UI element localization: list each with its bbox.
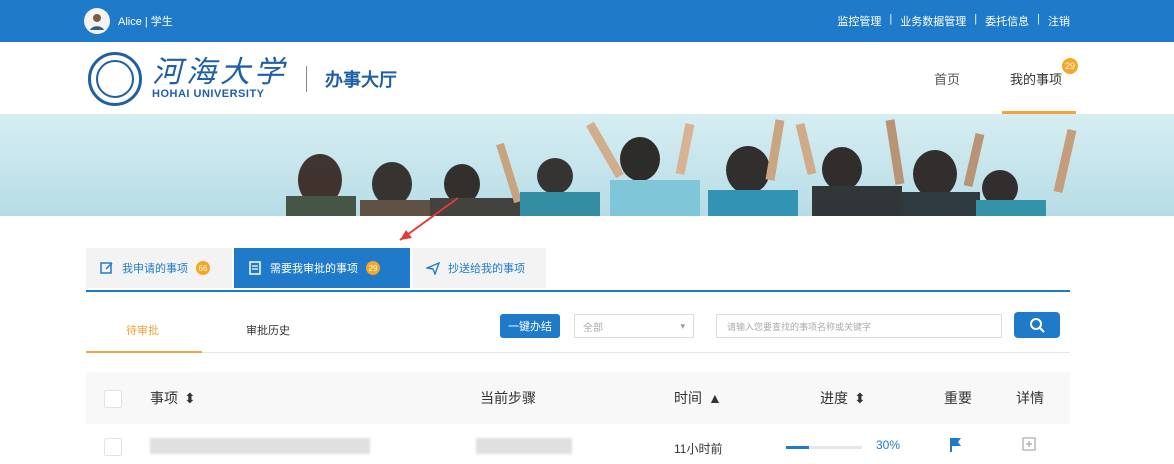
link-business-data[interactable]: 业务数据管理 — [900, 13, 966, 29]
table-row[interactable]: 11小时前 30% — [86, 428, 1070, 464]
top-bar-inner: Alice | 学生 监控管理 | 业务数据管理 | 委托信息 | 注销 — [84, 0, 1070, 42]
status-select[interactable]: 全部 ▾ — [574, 314, 694, 338]
link-logout[interactable]: 注销 — [1048, 13, 1070, 29]
col-important: 重要 — [944, 388, 972, 408]
details-button[interactable] — [1022, 437, 1036, 456]
search-input[interactable]: 请输入您要查找的事项名称或关键字 — [716, 314, 1002, 338]
document-icon — [249, 261, 261, 275]
col-current-step-label: 当前步骤 — [480, 390, 536, 406]
one-click-complete-button[interactable]: 一键办结 — [500, 314, 560, 338]
item-name-redacted — [150, 438, 370, 454]
progress-percent: 30% — [876, 438, 901, 452]
avatar-icon — [86, 10, 108, 32]
link-monitor[interactable]: 监控管理 — [837, 13, 881, 29]
item-tabs: 我申请的事项 66 需要我审批的事项 29 抄送给我的事项 — [86, 248, 1070, 292]
header-divider — [306, 66, 307, 92]
progress-fill — [786, 446, 809, 449]
subtab-active-underline — [86, 351, 202, 353]
current-step-redacted — [476, 438, 572, 454]
header: 河海大学 HOHAI UNIVERSITY 办事大厅 首页 我的事项 29 — [0, 42, 1174, 114]
status-select-value: 全部 — [583, 322, 603, 334]
university-seal-icon — [88, 52, 142, 106]
col-time-label: 时间 — [674, 390, 702, 406]
nav-my-items-label: 我的事项 — [1009, 71, 1062, 87]
col-details: 详情 — [1016, 388, 1044, 408]
banner-illustration — [0, 114, 1174, 216]
sort-asc-icon: ▲ — [708, 390, 722, 406]
important-flag[interactable] — [948, 436, 964, 459]
col-time[interactable]: 时间 ▲ — [674, 388, 722, 408]
user-avatar — [84, 8, 110, 34]
col-item-label: 事项 — [150, 390, 178, 406]
university-name: 河海大学 HOHAI UNIVERSITY — [142, 55, 288, 101]
tab-my-applications-label: 我申请的事项 — [122, 263, 188, 275]
separator: | — [889, 13, 893, 25]
user-label: Alice | 学生 — [118, 16, 173, 28]
separator: | — [1037, 13, 1040, 25]
tab-my-applications-badge: 66 — [196, 261, 210, 275]
tab-needs-approval[interactable]: 需要我审批的事项 29 — [234, 248, 410, 288]
app-title: 办事大厅 — [325, 70, 397, 90]
sort-icon: ⬍ — [854, 389, 866, 406]
top-links: 监控管理 | 业务数据管理 | 委托信息 | 注销 — [837, 13, 1070, 29]
col-item[interactable]: 事项 ⬍ — [150, 388, 196, 408]
nav-my-items-badge: 29 — [1062, 58, 1078, 74]
col-progress-label: 进度 — [820, 390, 848, 406]
chevron-down-icon: ▾ — [680, 321, 685, 331]
sort-icon: ⬍ — [184, 389, 196, 406]
col-details-label: 详情 — [1016, 390, 1044, 406]
table-header: 事项 ⬍ 当前步骤 时间 ▲ 进度 ⬍ 重要 详情 — [86, 372, 1070, 424]
subtab-history[interactable]: 审批历史 — [246, 322, 290, 338]
top-bar: Alice | 学生 监控管理 | 业务数据管理 | 委托信息 | 注销 — [0, 0, 1174, 42]
main-nav: 首页 我的事项 29 — [934, 42, 1078, 114]
nav-home[interactable]: 首页 — [934, 69, 960, 88]
user-info: Alice | 学生 — [84, 8, 173, 34]
col-progress[interactable]: 进度 ⬍ — [820, 388, 866, 408]
tab-cc-to-me[interactable]: 抄送给我的事项 — [412, 248, 546, 288]
col-current-step: 当前步骤 — [480, 388, 536, 408]
search-icon — [1030, 318, 1045, 333]
edit-icon — [100, 262, 113, 274]
banner — [0, 114, 1174, 216]
nav-my-items[interactable]: 我的事项 29 — [1001, 42, 1078, 114]
select-all-checkbox[interactable] — [104, 390, 122, 408]
separator: | — [974, 13, 978, 25]
tab-needs-approval-label: 需要我审批的事项 — [270, 263, 358, 275]
row-checkbox[interactable] — [104, 438, 122, 456]
col-important-label: 重要 — [944, 390, 972, 406]
tab-needs-approval-badge: 29 — [366, 261, 380, 275]
flag-icon — [950, 438, 961, 452]
progress-bar — [786, 446, 862, 449]
row-time: 11小时前 — [674, 442, 723, 456]
subtab-pending[interactable]: 待审批 — [126, 322, 159, 338]
link-delegation[interactable]: 委托信息 — [985, 13, 1029, 29]
logo[interactable]: 河海大学 HOHAI UNIVERSITY 办事大厅 — [88, 52, 397, 106]
expand-icon — [1022, 437, 1036, 451]
tab-my-applications[interactable]: 我申请的事项 66 — [86, 248, 232, 288]
search-placeholder: 请输入您要查找的事项名称或关键字 — [727, 321, 872, 332]
university-cn-name: 河海大学 — [152, 55, 288, 90]
search-button[interactable] — [1014, 312, 1060, 338]
send-icon — [426, 261, 440, 275]
subtabs-toolbar: 待审批 审批历史 一键办结 全部 ▾ 请输入您要查找的事项名称或关键字 — [86, 308, 1070, 353]
tab-cc-to-me-label: 抄送给我的事项 — [448, 263, 525, 275]
